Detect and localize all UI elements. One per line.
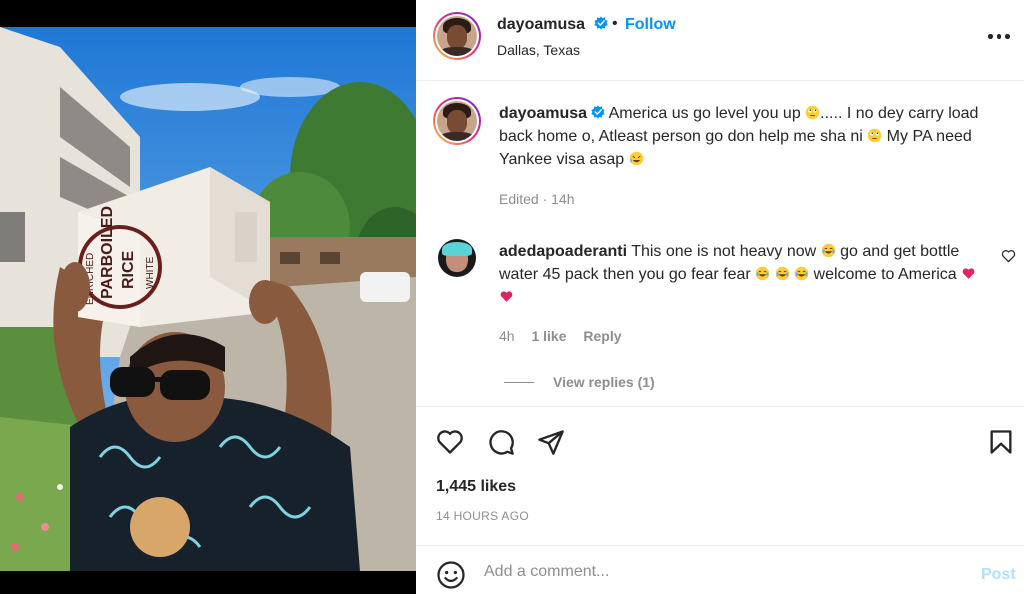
bookmark-icon[interactable] <box>987 428 1015 456</box>
post-comment-button[interactable]: Post <box>981 566 1016 584</box>
caption-author-avatar[interactable] <box>433 97 481 145</box>
view-replies-button[interactable]: View replies (1) <box>553 374 655 390</box>
replies-divider <box>504 382 534 383</box>
post-details-panel: dayoamusa • Follow Dallas, Texas dayoamu… <box>416 0 1024 594</box>
author-avatar[interactable] <box>433 12 481 60</box>
share-icon[interactable] <box>537 428 565 456</box>
comment-username[interactable]: adedapoaderanti <box>499 243 627 260</box>
add-comment-bar: Post <box>416 545 1024 594</box>
heart-icon[interactable] <box>436 428 464 456</box>
author-username[interactable]: dayoamusa <box>497 16 608 34</box>
follow-button[interactable]: Follow <box>625 16 676 34</box>
red-heart-emoji <box>962 268 975 279</box>
caption-username[interactable]: dayoamusa <box>499 105 587 122</box>
verified-badge-icon <box>593 16 608 30</box>
tears-of-joy-emoji <box>821 243 835 258</box>
box-label-parboiled: PARBOILED <box>99 206 116 299</box>
comment: adedapoaderanti This one is not heavy no… <box>499 240 989 309</box>
tears-of-joy-emoji <box>794 266 809 281</box>
post-header: dayoamusa • Follow Dallas, Texas <box>416 0 1024 81</box>
comment-icon[interactable] <box>487 428 515 456</box>
emoji-icon[interactable] <box>436 560 466 590</box>
likes-count[interactable]: 1,445 likes <box>436 478 516 496</box>
commenter-avatar[interactable] <box>438 239 476 277</box>
comment-like-heart-icon[interactable] <box>1001 249 1016 263</box>
comment-age: 4h <box>499 328 515 344</box>
face-roll-eyes-emoji <box>867 128 882 143</box>
post-actions: 1,445 likes 14 HOURS AGO <box>416 406 1024 546</box>
comment-like-count[interactable]: 1 like <box>531 328 566 344</box>
post-timestamp: 14 HOURS AGO <box>436 509 529 523</box>
red-heart-emoji <box>500 291 513 302</box>
header-separator: • <box>612 15 618 32</box>
tears-of-joy-emoji <box>775 266 789 281</box>
tears-of-joy-emoji <box>755 266 770 281</box>
post-photo-illustration: PARBOILED RICE ENRICHED WHITE <box>0 27 416 571</box>
comment-input[interactable] <box>484 560 924 584</box>
comment-meta: 4h 1 like Reply <box>499 328 635 344</box>
box-label-white: WHITE <box>145 256 156 289</box>
comment-text-1: This one is not heavy now <box>627 243 821 260</box>
post-location[interactable]: Dallas, Texas <box>497 42 580 58</box>
rofl-emoji <box>629 151 643 166</box>
post-caption: dayoamusa America us go level you up ...… <box>499 102 999 171</box>
more-options-icon[interactable] <box>988 34 1010 40</box>
post-photo[interactable]: PARBOILED RICE ENRICHED WHITE <box>0 27 416 571</box>
face-roll-eyes-emoji <box>805 105 820 120</box>
comment-text-3: welcome to America <box>809 266 962 283</box>
author-username-text[interactable]: dayoamusa <box>497 16 585 33</box>
instagram-post-view: PARBOILED RICE ENRICHED WHITE dayoamusa … <box>0 0 1024 594</box>
caption-text-1: America us go level you up <box>605 105 806 122</box>
verified-badge-icon <box>591 105 605 119</box>
comment-reply-button[interactable]: Reply <box>583 328 621 344</box>
box-label-rice: RICE <box>120 250 137 289</box>
caption-edited-time: Edited · 14h <box>499 191 575 207</box>
